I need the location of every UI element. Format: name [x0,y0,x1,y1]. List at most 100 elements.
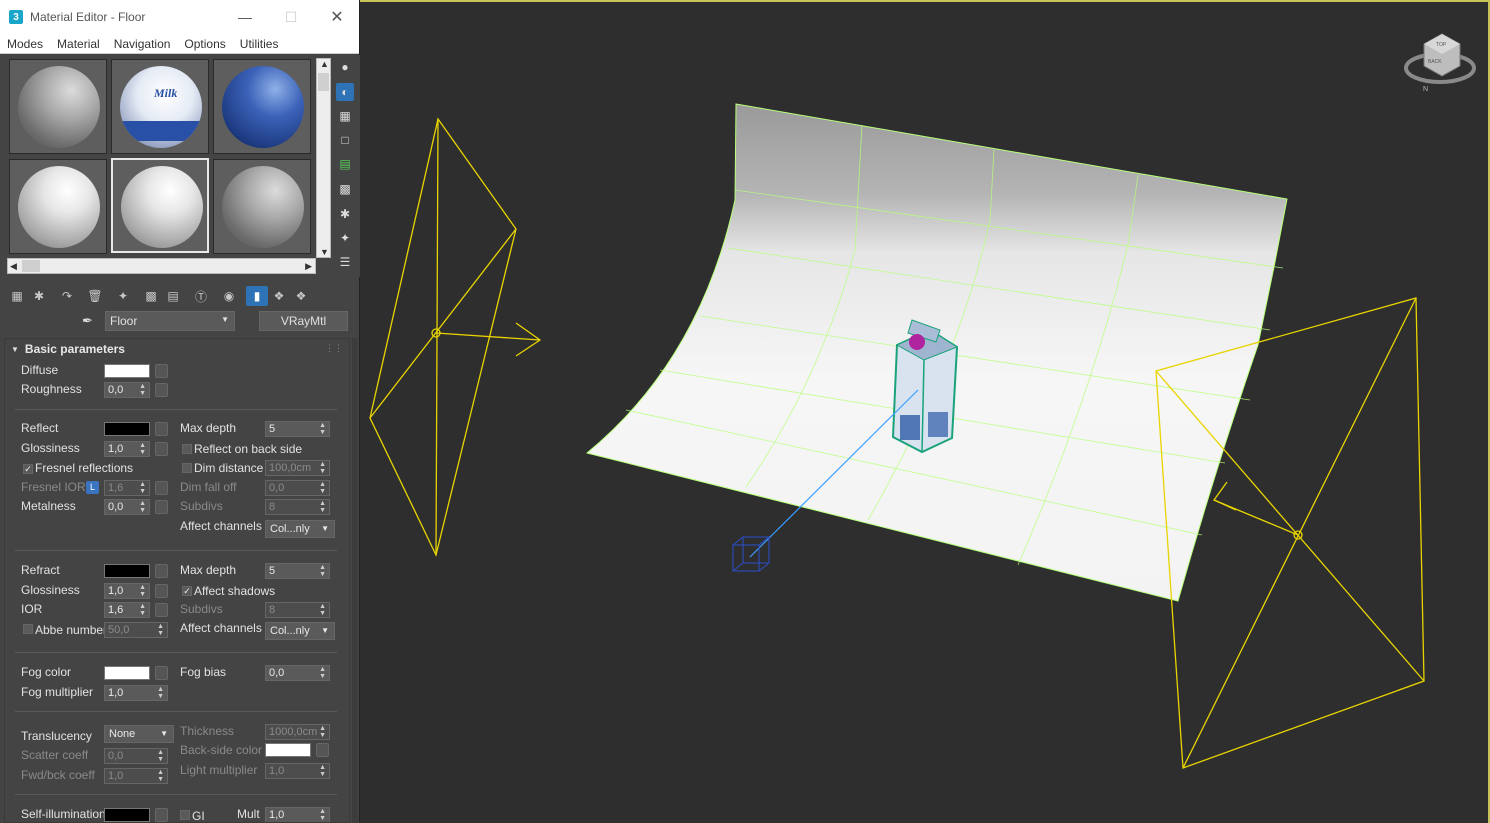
material-id-channel-icon[interactable]: Ⓣ [190,286,212,306]
back-side-color-swatch[interactable] [265,743,311,757]
refract-affect-channels-dropdown[interactable]: Col...nly ▼ [265,622,335,640]
ior-map-button[interactable] [155,603,168,617]
material-name-field[interactable]: Floor ▼ [105,311,235,331]
refract-max-depth-spinner[interactable]: 5 ▲ ▼ [265,563,330,579]
sample-slot[interactable] [9,59,107,154]
reflect-subdivs-spinner[interactable]: 8 ▲ ▼ [265,499,330,515]
sample-slot-active[interactable] [111,158,209,253]
make-preview-icon[interactable]: ▩ [336,180,354,198]
sample-slot[interactable] [9,159,107,254]
close-button[interactable]: ✕ [326,6,348,28]
back-side-color-map-button[interactable] [316,743,329,757]
material-map-navigator-icon[interactable]: ☰ [336,253,354,271]
self-illumination-map-button[interactable] [155,808,168,822]
fog-color-map-button[interactable] [155,666,168,680]
material-type-button[interactable]: VRayMtl [259,311,348,331]
fog-multiplier-spinner[interactable]: 1,0 ▲ ▼ [104,685,168,701]
assign-to-selection-icon[interactable]: ↷ [56,286,78,306]
menu-material[interactable]: Material [50,37,107,51]
diffuse-color-swatch[interactable] [104,364,150,378]
slots-horizontal-scrollbar[interactable]: ◀ ▶ [7,258,316,274]
parameters-scrollbar[interactable] [352,338,358,823]
show-end-result-icon[interactable]: ▮ [246,286,268,306]
scroll-down-icon[interactable]: ▼ [320,247,329,257]
dim-distance-spinner[interactable]: 100,0cm ▲ ▼ [265,460,330,476]
fog-color-swatch[interactable] [104,666,150,680]
fresnel-checkbox[interactable]: ✓ [23,464,33,474]
refract-map-button[interactable] [155,564,168,578]
reflect-glossiness-spinner[interactable]: 1,0 ▲ ▼ [104,441,150,457]
minimize-button[interactable]: — [234,6,256,28]
reflect-affect-channels-dropdown[interactable]: Col...nly ▼ [265,520,335,538]
mult-spinner[interactable]: 1,0 ▲ ▼ [265,807,330,822]
left-light-gizmo[interactable] [369,117,542,557]
save-icon[interactable]: ▤ [162,286,184,306]
scroll-thumb[interactable] [318,73,329,91]
dim-falloff-spinner[interactable]: 0,0 ▲ ▼ [265,480,330,496]
ior-spinner[interactable]: 1,6 ▲ ▼ [104,602,150,618]
put-to-scene-icon[interactable]: ✱ [28,286,50,306]
fog-bias-spinner[interactable]: 0,0 ▲ ▼ [265,665,330,681]
reflect-glossiness-map-button[interactable] [155,442,168,456]
thickness-spinner[interactable]: 1000,0cm ▲ ▼ [265,724,330,740]
scroll-right-icon[interactable]: ▶ [305,261,312,272]
maximize-button[interactable]: ☐ [280,6,302,28]
put-to-library-icon[interactable]: ▩ [140,286,162,306]
reflect-color-swatch[interactable] [104,422,150,436]
gi-checkbox[interactable] [180,810,190,820]
roughness-spinner[interactable]: 0,0 ▲ ▼ [104,382,150,398]
select-by-material-icon[interactable]: ✦ [336,229,354,247]
menu-utilities[interactable]: Utilities [233,37,286,51]
menu-modes[interactable]: Modes [0,37,50,51]
go-forward-to-sibling-icon[interactable]: ❖ [290,286,312,306]
sample-slot[interactable] [213,159,311,254]
metalness-map-button[interactable] [155,500,168,514]
translucency-dropdown[interactable]: None ▼ [104,725,174,743]
fwd-bck-coeff-spinner[interactable]: 1,0 ▲ ▼ [104,768,168,784]
refract-glossiness-spinner[interactable]: 1,0 ▲ ▼ [104,583,150,599]
scatter-coeff-spinner[interactable]: 0,0 ▲ ▼ [104,748,168,764]
get-material-icon[interactable]: ▦ [6,286,28,306]
refract-subdivs-spinner[interactable]: 8 ▲ ▼ [265,602,330,618]
fresnel-ior-map-button[interactable] [155,481,168,495]
fresnel-ior-lock-button[interactable]: L [86,481,99,494]
backlight-icon[interactable]: ◐ [336,83,354,101]
dim-distance-checkbox[interactable] [182,463,192,473]
scroll-up-icon[interactable]: ▲ [320,59,329,69]
fresnel-ior-spinner[interactable]: 1,6 ▲ ▼ [104,480,150,496]
video-color-check-icon[interactable]: ▤ [336,155,354,173]
show-map-in-viewport-icon[interactable]: ◉ [218,286,240,306]
affect-shadows-checkbox[interactable]: ✓ [182,586,192,596]
reset-map-icon[interactable]: 🗑 [84,286,106,306]
self-illumination-color-swatch[interactable] [104,808,150,822]
title-bar[interactable]: 3 Material Editor - Floor — ☐ ✕ [0,0,359,34]
abbe-spinner[interactable]: 50,0 ▲ ▼ [104,622,168,638]
scroll-thumb[interactable] [22,260,40,272]
slots-vertical-scrollbar[interactable]: ▲ ▼ [316,58,331,258]
background-checker-icon[interactable]: ▦ [336,107,354,125]
roughness-map-button[interactable] [155,383,168,397]
rollout-header[interactable]: ▼ Basic parameters ⋮⋮ [5,339,349,359]
reflect-max-depth-spinner[interactable]: 5 ▲ ▼ [265,421,330,437]
sample-slot[interactable]: Milk [111,59,209,154]
go-to-parent-icon[interactable]: ❖ [268,286,290,306]
viewcube-icon[interactable]: TOP BACK N [1404,33,1476,93]
scroll-left-icon[interactable]: ◀ [10,261,17,272]
sample-uv-tiling-icon[interactable]: □ [336,131,354,149]
eyedropper-icon[interactable]: ✒ [82,313,93,329]
reflect-map-button[interactable] [155,422,168,436]
sample-slot[interactable] [213,59,311,154]
abbe-checkbox[interactable] [23,624,33,634]
menu-options[interactable]: Options [177,37,232,51]
sample-type-sphere-icon[interactable]: ● [336,58,354,76]
refract-glossiness-map-button[interactable] [155,584,168,598]
refract-color-swatch[interactable] [104,564,150,578]
make-unique-icon[interactable]: ✦ [112,286,134,306]
reflect-back-side-checkbox[interactable] [182,444,192,454]
diffuse-map-button[interactable] [155,364,168,378]
options-icon[interactable]: ✱ [336,205,354,223]
light-multiplier-spinner[interactable]: 1,0 ▲ ▼ [265,763,330,779]
metalness-spinner[interactable]: 0,0 ▲ ▼ [104,499,150,515]
menu-navigation[interactable]: Navigation [107,37,178,51]
3d-viewport[interactable]: TOP BACK N [360,0,1490,823]
